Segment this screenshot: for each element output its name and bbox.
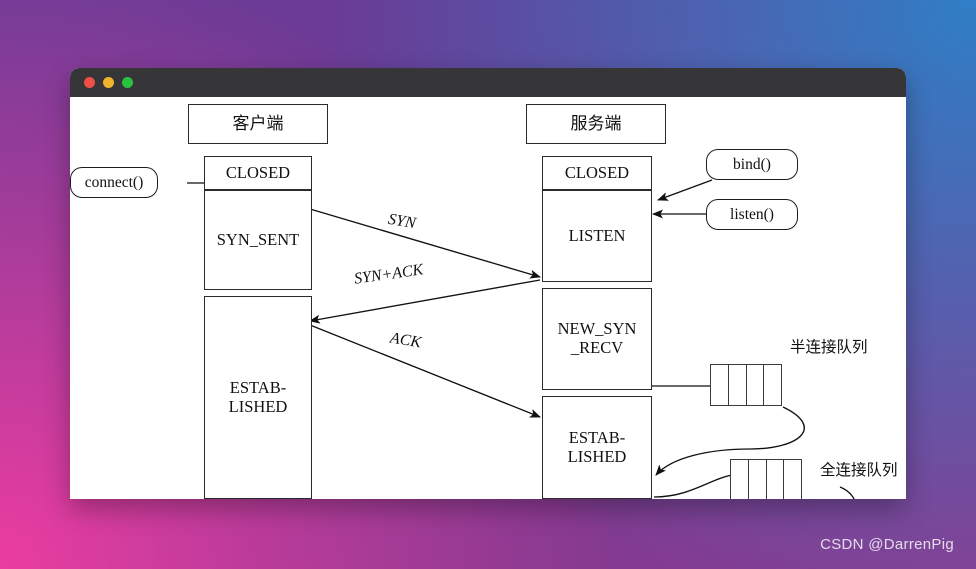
- server-state-listen-label: LISTEN: [568, 225, 626, 245]
- half-open-queue: [710, 364, 782, 406]
- api-call-connect[interactable]: connect(): [70, 167, 158, 198]
- server-state-new-syn-recv: NEW_SYN _RECV: [542, 288, 652, 390]
- server-state-new-syn-recv-label: NEW_SYN _RECV: [557, 319, 637, 357]
- maximize-window-icon[interactable]: [122, 77, 133, 88]
- half-open-queue-cell: [747, 365, 765, 405]
- minimize-window-icon[interactable]: [103, 77, 114, 88]
- half-open-queue-cell: [711, 365, 729, 405]
- api-call-connect-label: connect(): [84, 173, 144, 191]
- client-column-header: 客户端: [188, 104, 328, 144]
- watermark: CSDN @DarrenPig: [820, 536, 954, 553]
- client-state-closed-label: CLOSED: [225, 162, 291, 182]
- api-call-listen[interactable]: listen(): [706, 199, 798, 230]
- app-window: 客户端 CLOSED SYN_SENT ESTAB- LISHED 服务端 CL…: [70, 68, 906, 499]
- accept-queue-cell: [784, 460, 801, 499]
- arrow-accept-queue-to-accept: [839, 486, 855, 499]
- window-titlebar[interactable]: [70, 68, 906, 97]
- diagram-canvas: 客户端 CLOSED SYN_SENT ESTAB- LISHED 服务端 CL…: [70, 97, 906, 499]
- server-column-header-label: 服务端: [570, 114, 622, 134]
- arrow-syn-ack: [309, 279, 541, 324]
- client-state-established: ESTAB- LISHED: [204, 296, 312, 499]
- api-call-listen-label: listen(): [730, 205, 774, 223]
- client-state-established-label: ESTAB- LISHED: [228, 377, 288, 416]
- client-state-syn-sent-label: SYN_SENT: [216, 229, 300, 249]
- client-state-syn-sent: SYN_SENT: [204, 190, 312, 290]
- arrow-bind: [657, 179, 713, 201]
- half-open-queue-cell: [764, 365, 781, 405]
- client-state-closed: CLOSED: [204, 156, 312, 190]
- server-state-established: ESTAB- LISHED: [542, 396, 652, 499]
- server-state-listen: LISTEN: [542, 190, 652, 282]
- accept-queue: [730, 459, 802, 499]
- accept-queue-cell: [767, 460, 785, 499]
- half-open-queue-cell: [729, 365, 747, 405]
- server-state-closed-label: CLOSED: [564, 162, 630, 182]
- accept-queue-label: 全连接队列: [820, 462, 898, 479]
- close-window-icon[interactable]: [84, 77, 95, 88]
- server-state-established-label: ESTAB- LISHED: [567, 427, 627, 466]
- arrow-ack: [309, 324, 541, 418]
- accept-queue-cell: [749, 460, 767, 499]
- screenshot-stage: 客户端 CLOSED SYN_SENT ESTAB- LISHED 服务端 CL…: [0, 0, 976, 569]
- client-column-header-label: 客户端: [232, 114, 284, 134]
- server-state-closed: CLOSED: [542, 156, 652, 190]
- arrow-syn: [309, 208, 541, 279]
- half-open-queue-label: 半连接队列: [790, 339, 868, 356]
- server-column-header: 服务端: [526, 104, 666, 144]
- api-call-bind-label: bind(): [733, 155, 771, 173]
- accept-queue-cell: [731, 460, 749, 499]
- api-call-bind[interactable]: bind(): [706, 149, 798, 180]
